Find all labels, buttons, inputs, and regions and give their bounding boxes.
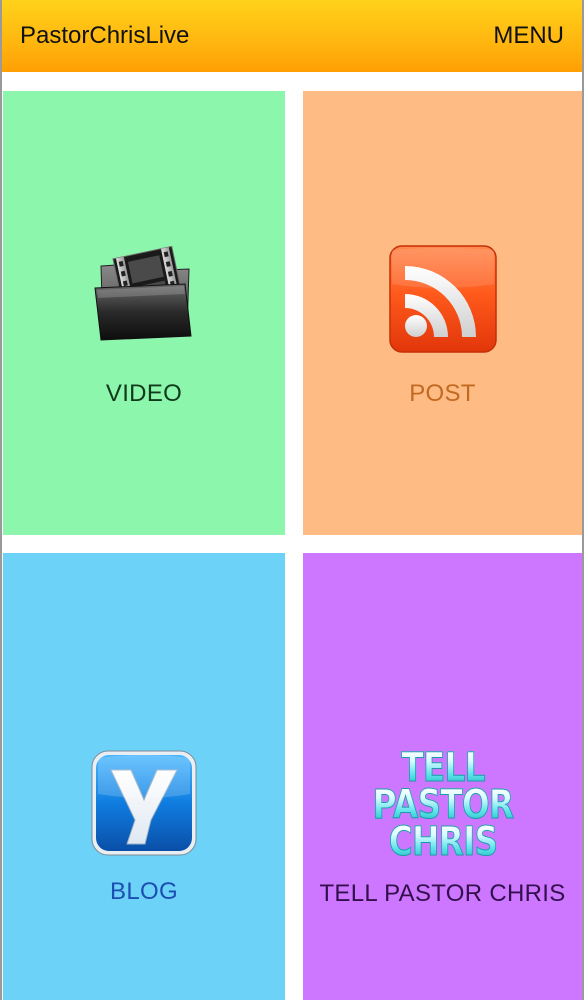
tile-tell-pastor-chris[interactable]: TELL PASTOR CHRIS TELL PASTOR CHRIS — [303, 553, 582, 1000]
tile-blog[interactable]: BLOG — [3, 553, 285, 1000]
tile-video[interactable]: VIDEO — [3, 91, 285, 535]
video-folder-icon — [89, 244, 199, 354]
app-screen: PastorChrisLive MENU VIDEO POST BLOG TEL… — [0, 0, 584, 1000]
tile-post[interactable]: POST — [303, 91, 582, 535]
tile-blog-label: BLOG — [110, 877, 178, 905]
menu-button[interactable]: MENU — [493, 22, 564, 50]
logo-line-chris: CHRIS — [388, 818, 498, 865]
tile-tell-pastor-chris-label: TELL PASTOR CHRIS — [319, 879, 566, 907]
tell-pastor-chris-logo: TELL PASTOR CHRIS — [372, 746, 514, 866]
tile-post-label: POST — [409, 380, 476, 407]
tile-video-label: VIDEO — [105, 380, 183, 407]
rss-feed-icon — [388, 244, 498, 354]
app-header: PastorChrisLive MENU — [2, 0, 582, 72]
tell-pastor-chris-logo-text: TELL PASTOR CHRIS — [372, 746, 514, 866]
app-title: PastorChrisLive — [20, 22, 190, 49]
blog-y-icon — [89, 748, 199, 858]
